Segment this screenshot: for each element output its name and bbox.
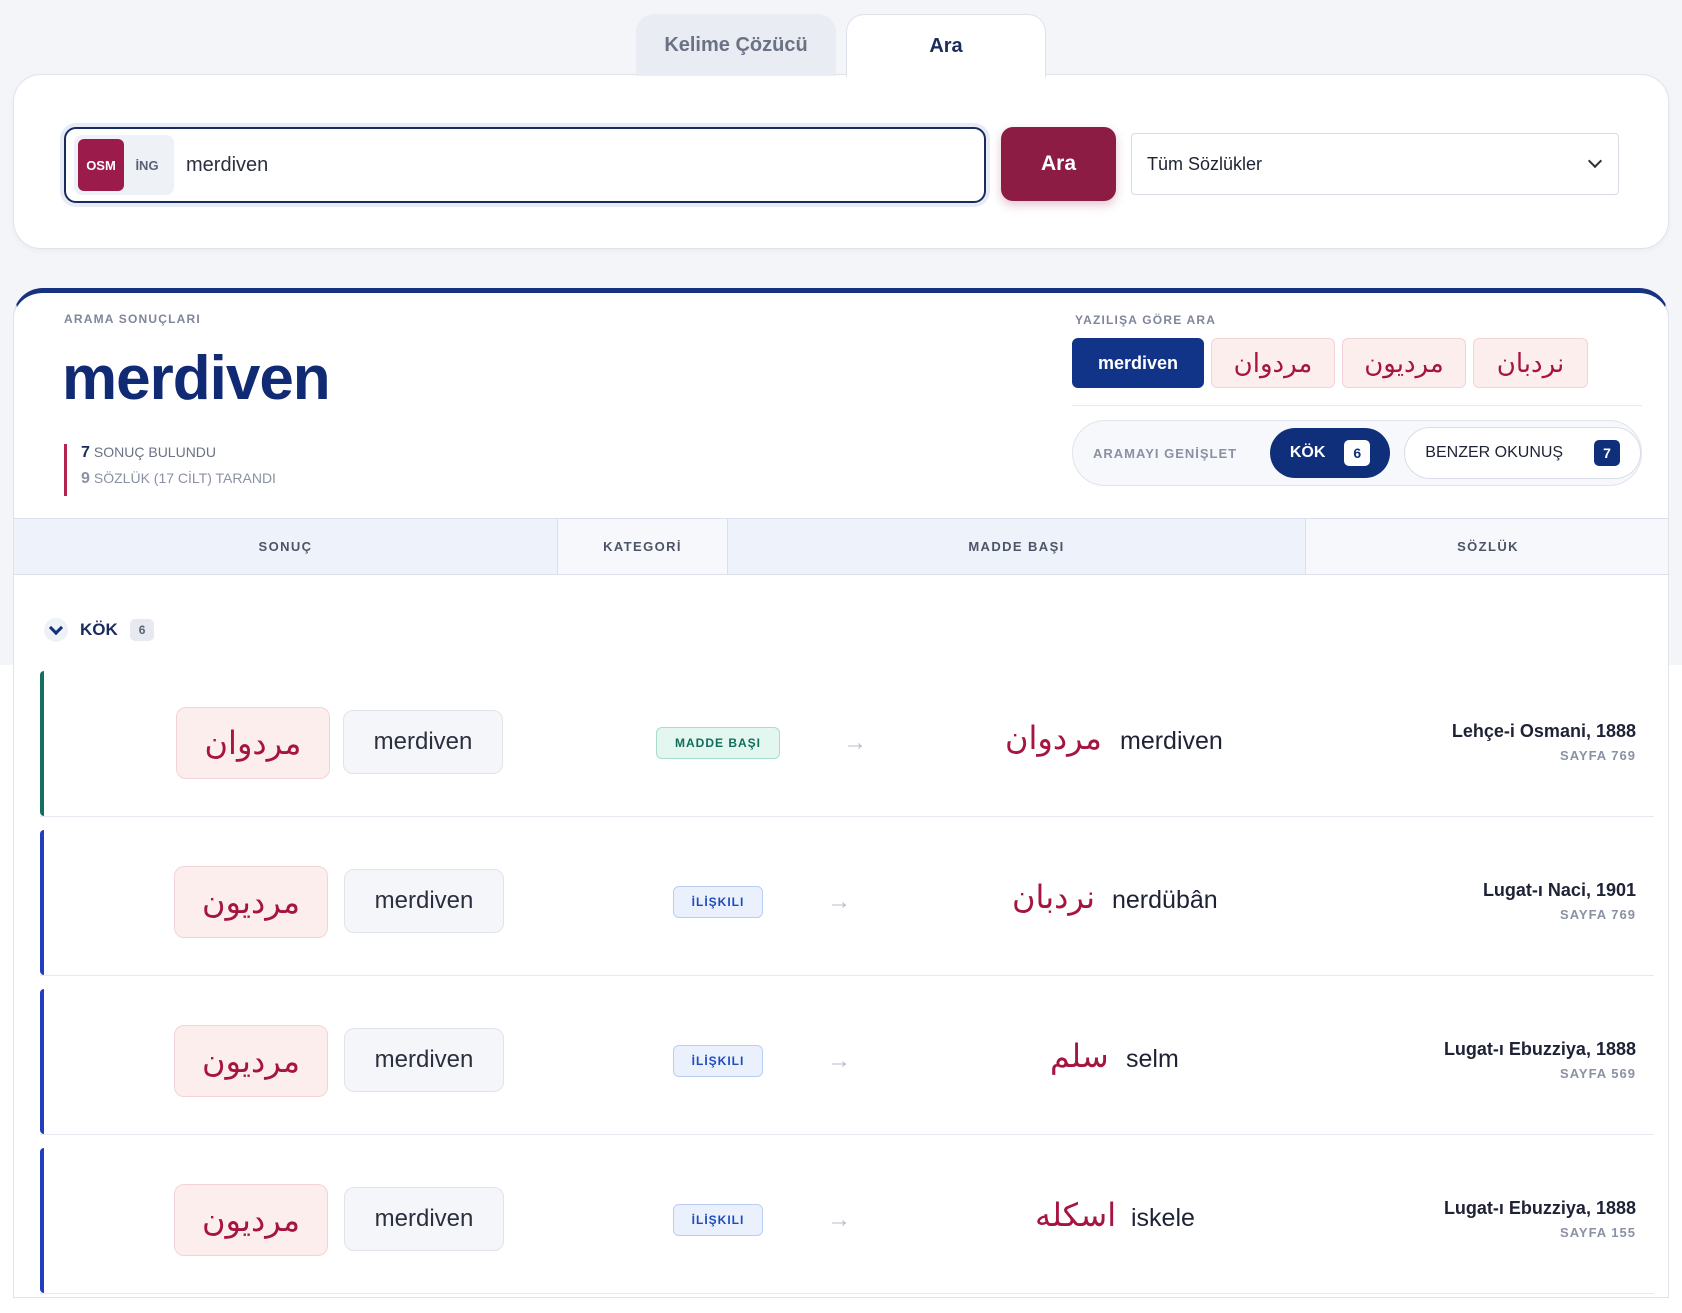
search-input[interactable]: OSM İNG merdiven: [64, 127, 986, 203]
results-title: merdiven: [62, 344, 331, 413]
result-latin: merdiven: [344, 1028, 504, 1092]
script-button-ar-2[interactable]: مرديون: [1342, 338, 1466, 388]
result-latin: merdiven: [343, 710, 503, 774]
result-count: 7: [81, 444, 90, 461]
script-buttons: merdiven مردوان مرديون نردبان: [1072, 338, 1588, 388]
dict-count-label: SÖZLÜK (17 CİLT) TARANDI: [93, 470, 276, 486]
arrow-right-icon: →: [827, 1206, 851, 1233]
table-row[interactable]: مرديون merdiven İLİŞKILI → نردبان nerdüb…: [40, 830, 1654, 976]
result-latin: merdiven: [344, 869, 504, 933]
benzer-okunus-label: BENZER OKUNUŞ: [1425, 444, 1564, 461]
language-toggle[interactable]: OSM İNG: [74, 135, 174, 195]
group-title: KÖK: [80, 620, 118, 639]
mode-tabs: Kelime Çözücü Ara: [636, 14, 1046, 77]
dictionary-page: SAYFA 569: [1560, 1066, 1636, 1081]
dictionary-cell: Lehçe-i Osmani, 1888 SAYFA 769: [1452, 721, 1636, 763]
dictionary-cell: Lugat-ı Ebuzziya, 1888 SAYFA 155: [1444, 1198, 1636, 1240]
headword-latin[interactable]: nerdübân: [1112, 886, 1218, 915]
lang-osm-button[interactable]: OSM: [78, 139, 124, 191]
kok-count-badge: 6: [1344, 440, 1371, 466]
script-button-ar-1[interactable]: مردوان: [1211, 338, 1335, 388]
search-card: OSM İNG merdiven Ara Tüm Sözlükler: [13, 74, 1669, 249]
dictionary-cell: Lugat-ı Naci, 1901 SAYFA 769: [1483, 880, 1636, 922]
category-badge: İLİŞKILI: [673, 1204, 763, 1236]
arrow-right-icon: →: [843, 729, 867, 756]
script-search-label: YAZILIŞA GÖRE ARA: [1075, 313, 1217, 327]
dictionary-name[interactable]: Lugat-ı Naci, 1901: [1483, 880, 1636, 901]
tab-ara[interactable]: Ara: [846, 14, 1046, 77]
results-card: ARAMA SONUÇLARI merdiven 7 SONUÇ BULUNDU …: [13, 288, 1669, 1298]
divider: [1072, 405, 1642, 406]
dictionary-page: SAYFA 155: [1560, 1225, 1636, 1240]
group-header-kok[interactable]: KÖK 6: [44, 618, 155, 642]
chevron-down-icon: [1587, 153, 1603, 169]
lang-ing-button[interactable]: İNG: [124, 158, 170, 173]
headword-latin[interactable]: iskele: [1131, 1204, 1195, 1233]
table-row[interactable]: مرديون merdiven İLİŞKILI → اسكله iskele …: [40, 1148, 1654, 1294]
headword-latin[interactable]: merdiven: [1120, 727, 1223, 756]
result-latin: merdiven: [344, 1187, 504, 1251]
benzer-count-badge: 7: [1594, 440, 1620, 466]
result-arabic: مرديون: [174, 1025, 328, 1097]
dict-count: 9: [81, 470, 90, 487]
headword-arabic: نردبان: [1012, 878, 1095, 916]
column-header-kategori[interactable]: KATEGORİ: [558, 519, 728, 574]
column-header-sonuc[interactable]: SONUÇ: [14, 519, 558, 574]
headword-latin[interactable]: selm: [1126, 1045, 1179, 1074]
chevron-down-icon[interactable]: [44, 618, 68, 642]
tab-kelime-cozucu[interactable]: Kelime Çözücü: [636, 14, 836, 76]
headword-arabic: اسكله: [1035, 1196, 1117, 1234]
column-header-madde-basi[interactable]: MADDE BAŞI: [728, 519, 1306, 574]
result-arabic: مردوان: [176, 707, 330, 779]
arrow-right-icon: →: [827, 888, 851, 915]
result-arabic: مرديون: [174, 1184, 328, 1256]
results-eyebrow: ARAMA SONUÇLARI: [64, 312, 201, 326]
benzer-okunus-button[interactable]: BENZER OKUNUŞ 7: [1404, 427, 1641, 479]
script-button-latin[interactable]: merdiven: [1072, 338, 1204, 388]
dictionary-page: SAYFA 769: [1560, 907, 1636, 922]
result-counts: 7 SONUÇ BULUNDU 9 SÖZLÜK (17 CİLT) TARANDI: [64, 444, 276, 496]
search-query[interactable]: merdiven: [186, 154, 268, 177]
dictionary-page: SAYFA 769: [1560, 748, 1636, 763]
table-row[interactable]: مردوان merdiven MADDE BAŞI → مردوان merd…: [40, 671, 1654, 817]
dictionary-name[interactable]: Lehçe-i Osmani, 1888: [1452, 721, 1636, 742]
dictionary-name[interactable]: Lugat-ı Ebuzziya, 1888: [1444, 1198, 1636, 1219]
script-button-ar-3[interactable]: نردبان: [1473, 338, 1588, 388]
dictionary-select[interactable]: Tüm Sözlükler: [1131, 133, 1619, 195]
expand-search-label: ARAMAYI GENİŞLET: [1093, 445, 1238, 461]
dictionary-select-value: Tüm Sözlükler: [1147, 153, 1263, 174]
table-row[interactable]: مرديون merdiven İLİŞKILI → سلم selm Luga…: [40, 989, 1654, 1135]
search-button[interactable]: Ara: [1001, 127, 1116, 201]
dictionary-name[interactable]: Lugat-ı Ebuzziya, 1888: [1444, 1039, 1636, 1060]
result-arabic: مرديون: [174, 866, 328, 938]
category-badge: İLİŞKILI: [673, 886, 763, 918]
kok-filter-button[interactable]: KÖK 6: [1269, 428, 1391, 478]
result-count-label: SONUÇ BULUNDU: [93, 444, 217, 460]
headword-arabic: مردوان: [1005, 719, 1102, 757]
column-header-sozluk[interactable]: SÖZLÜK: [1306, 519, 1668, 574]
table-header: SONUÇ KATEGORİ MADDE BAŞI SÖZLÜK: [14, 518, 1668, 575]
kok-filter-label: KÖK: [1289, 444, 1326, 461]
category-badge: İLİŞKILI: [673, 1045, 763, 1077]
category-badge: MADDE BAŞI: [656, 727, 780, 759]
arrow-right-icon: →: [827, 1047, 851, 1074]
expand-search: ARAMAYI GENİŞLET KÖK 6 BENZER OKUNUŞ 7: [1072, 420, 1642, 486]
group-count-badge: 6: [129, 619, 155, 641]
dictionary-cell: Lugat-ı Ebuzziya, 1888 SAYFA 569: [1444, 1039, 1636, 1081]
headword-arabic: سلم: [1050, 1037, 1109, 1075]
